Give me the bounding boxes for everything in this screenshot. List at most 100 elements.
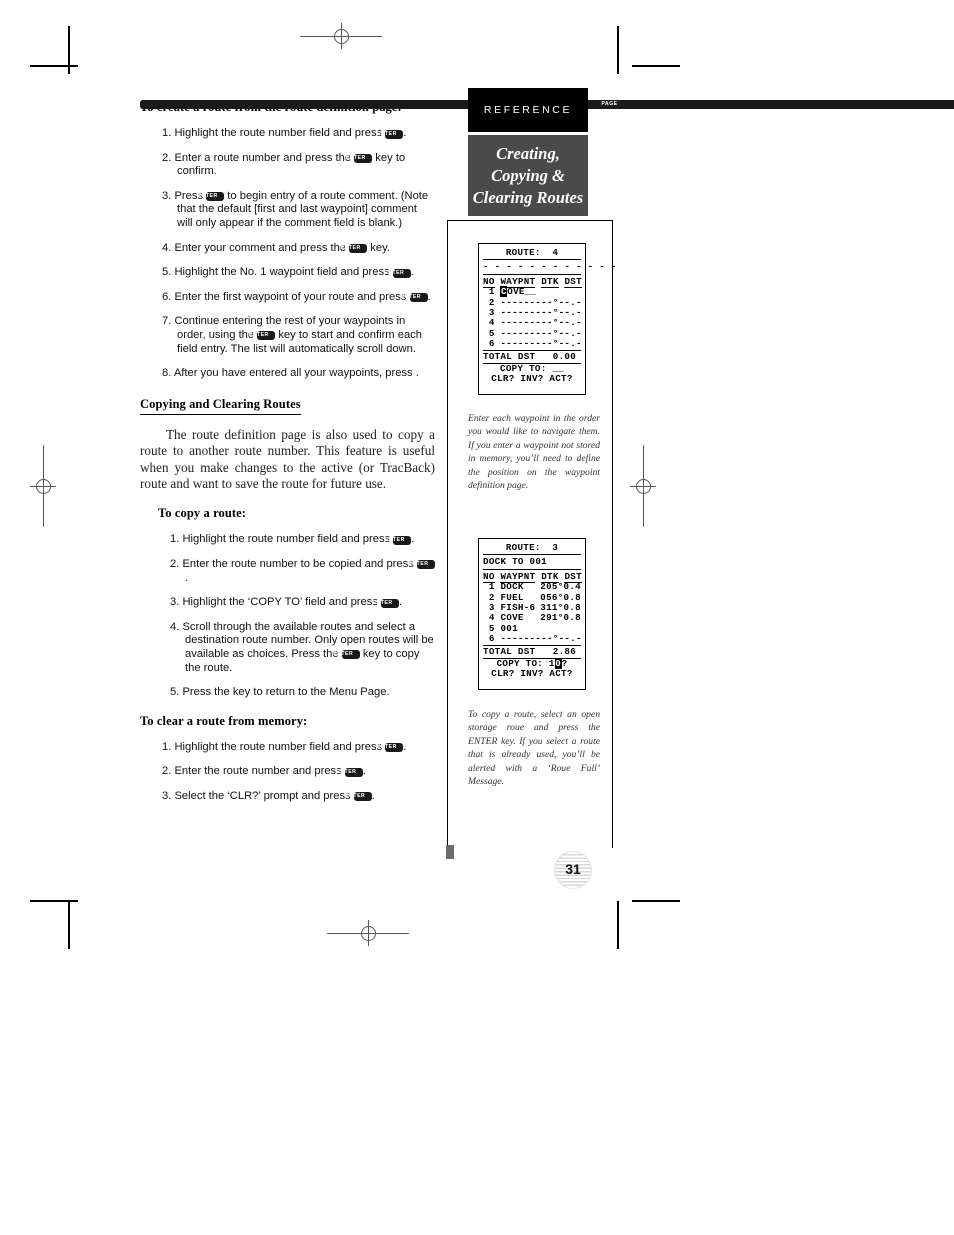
step-number: 5. (170, 686, 183, 699)
step-number: 4. (170, 620, 183, 633)
step-item: 2. Enter the route number and press ENTE… (162, 765, 366, 778)
gps-title: ROUTE: 4 (505, 247, 559, 258)
enter-key-icon: ENTER (198, 192, 225, 202)
gps-comment: - - - - - - - - - - - - (483, 261, 617, 273)
step-item: 6. Enter the first waypoint of your rout… (162, 290, 431, 303)
crop-mark-bottom-left-v (68, 901, 70, 949)
step-item: 2. Enter the route number to be copied a… (170, 558, 435, 585)
step-number: 3. (170, 596, 183, 609)
crop-mark-bottom-left-h (30, 900, 78, 902)
enter-key-icon: ENTER (401, 293, 428, 303)
step-item: 8. After you have entered all your waypo… (140, 100, 954, 381)
step-item: 1. Highlight the route number field and … (162, 127, 407, 139)
step-item: 2. Enter a route number and press the EN… (162, 151, 406, 178)
step-number: 3. (162, 189, 175, 202)
step-number: 5. (162, 266, 175, 279)
enter-key-icon: ENTER (384, 268, 411, 278)
paragraph-copying-clearing: The route definition page is also used t… (140, 427, 435, 493)
gps-title: ROUTE: 3 (505, 542, 559, 553)
crop-mark-top-left-v (68, 26, 70, 74)
step-item: 5. Press the PAGE key to return to the M… (140, 100, 954, 700)
steps-create-route: 1. Highlight the route number field and … (140, 100, 954, 381)
heading-copy-route: To copy a route: (158, 506, 247, 521)
step-number: 3. (162, 789, 175, 802)
caption-figure-2: To copy a route, select an open storage … (468, 709, 600, 788)
gps-screen-route-4: ROUTE: 4- - - - - - - - - - - - NO WAYPNT… (478, 243, 617, 395)
step-item: 1. Highlight the route number field and … (170, 533, 415, 546)
reference-tab-label: REFERENCE (483, 104, 573, 116)
gps-screen-route-3: ROUTE: 3 DOCK TO 001 NO WAYPNT DTK DST 1 D… (478, 538, 586, 690)
bleed-tick-mark (446, 845, 454, 859)
gps-divider (483, 554, 581, 556)
crop-mark-top-right-h (632, 65, 680, 67)
gps-divider (483, 259, 581, 261)
content-column: To create a route from the route definit… (140, 100, 954, 817)
gps-waypoint-rows: 1 DOCK 205°0.4 2 FUEL 056°0.8 3 FISH-6 311°… (483, 581, 582, 645)
enter-key-icon: ENTER (345, 792, 372, 802)
step-item: 5. Highlight the No. 1 waypoint field an… (162, 266, 414, 279)
step-number: 8. (162, 367, 174, 380)
step-number: 6. (162, 290, 175, 303)
manual-page: To create a route from the route definit… (0, 0, 954, 1235)
gps-leg-values: 291°0.8 (540, 612, 581, 624)
enter-key-icon: ENTER (372, 598, 400, 608)
gps-leg-values: ---°--.- (535, 338, 582, 350)
caption-figure-1: Enter each waypoint in the order you wou… (468, 413, 600, 492)
heading-copying-clearing: Copying and Clearing Routes (140, 397, 301, 415)
section-title-line-1: Creating, (496, 143, 560, 163)
gps-waypoint-name: 6 ------ (483, 338, 536, 350)
section-title-line-3: Clearing Routes (472, 187, 584, 207)
step-number: 1. (162, 740, 175, 753)
registration-mark-right (630, 445, 656, 527)
gps-total-distance: TOTAL DST 0.00 (483, 349, 581, 365)
step-number: 2. (170, 557, 183, 570)
reference-tab: REFERENCE (468, 88, 588, 132)
step-item: 1. Highlight the route number field and … (162, 740, 407, 753)
gps-leg-values: ---°--.- (535, 633, 582, 645)
enter-key-icon: ENTER (385, 535, 412, 545)
crop-mark-top-right-v (617, 26, 619, 74)
step-item: 3. Press ENTER to begin entry of a route… (162, 189, 429, 229)
step-item: 3. Select the ‘CLR?’ prompt and press EN… (162, 789, 375, 802)
registration-mark-left (30, 445, 56, 527)
gps-total-distance: TOTAL DST 2.86 (483, 644, 581, 660)
enter-key-icon: ENTER (346, 154, 373, 164)
gps-waypoint-row: 6 ------ ---°--.- (483, 338, 582, 350)
steps-clear-route: 1. Highlight the route number field and … (140, 741, 435, 804)
enter-key-icon: ENTER (249, 331, 276, 341)
step-item: 3. Highlight the ‘COPY TO’ field and pre… (170, 596, 403, 609)
step-item: 7. Continue entering the rest of your wa… (162, 315, 422, 355)
registration-mark-top (300, 23, 382, 49)
section-title-box: Creating, Copying & Clearing Routes (468, 135, 588, 216)
page-number-badge: 31 (554, 851, 592, 889)
enter-key-icon: ENTER (341, 244, 368, 254)
steps-copy-route: 1. Highlight the route number field and … (140, 100, 954, 700)
enter-key-icon: ENTER (408, 560, 435, 570)
paragraph-text: The route definition page is also used t… (140, 426, 435, 491)
enter-key-icon: ENTER (377, 743, 404, 753)
step-number: 4. (162, 241, 175, 254)
page-number: 31 (565, 861, 581, 877)
gps-waypoint-row: 6 ------ ---°--.- (483, 633, 582, 645)
gps-prompt-row: CLR? INV? ACT? (491, 668, 573, 680)
gps-divider (483, 273, 581, 275)
crop-mark-bottom-right-v (617, 901, 619, 949)
enter-key-icon: ENTER (377, 129, 404, 139)
enter-key-icon: ENTER (336, 767, 363, 777)
gps-prompt-row: CLR? INV? ACT? (491, 373, 573, 385)
enter-key-icon: ENTER (333, 650, 360, 660)
gps-waypoint-name: 6 ------ (483, 633, 536, 645)
heading-clear-route: To clear a route from memory: (140, 713, 308, 728)
gps-waypoint-rows: 1 COVE__ 2 ------ ---°--.- 3 ------ ---°--… (483, 286, 582, 350)
gps-comment: DOCK TO 001 (483, 556, 547, 568)
crop-mark-top-left-h (30, 65, 78, 67)
step-item: 4. Enter your comment and press the ENTE… (162, 241, 390, 254)
step-number: 1. (162, 127, 175, 139)
step-number: 2. (162, 765, 175, 778)
step-number: 2. (162, 151, 175, 164)
gps-divider (483, 568, 581, 570)
crop-mark-bottom-right-h (632, 900, 680, 902)
registration-mark-bottom (327, 920, 409, 946)
section-title-line-2: Copying & (491, 165, 565, 185)
step-number: 1. (170, 533, 183, 546)
